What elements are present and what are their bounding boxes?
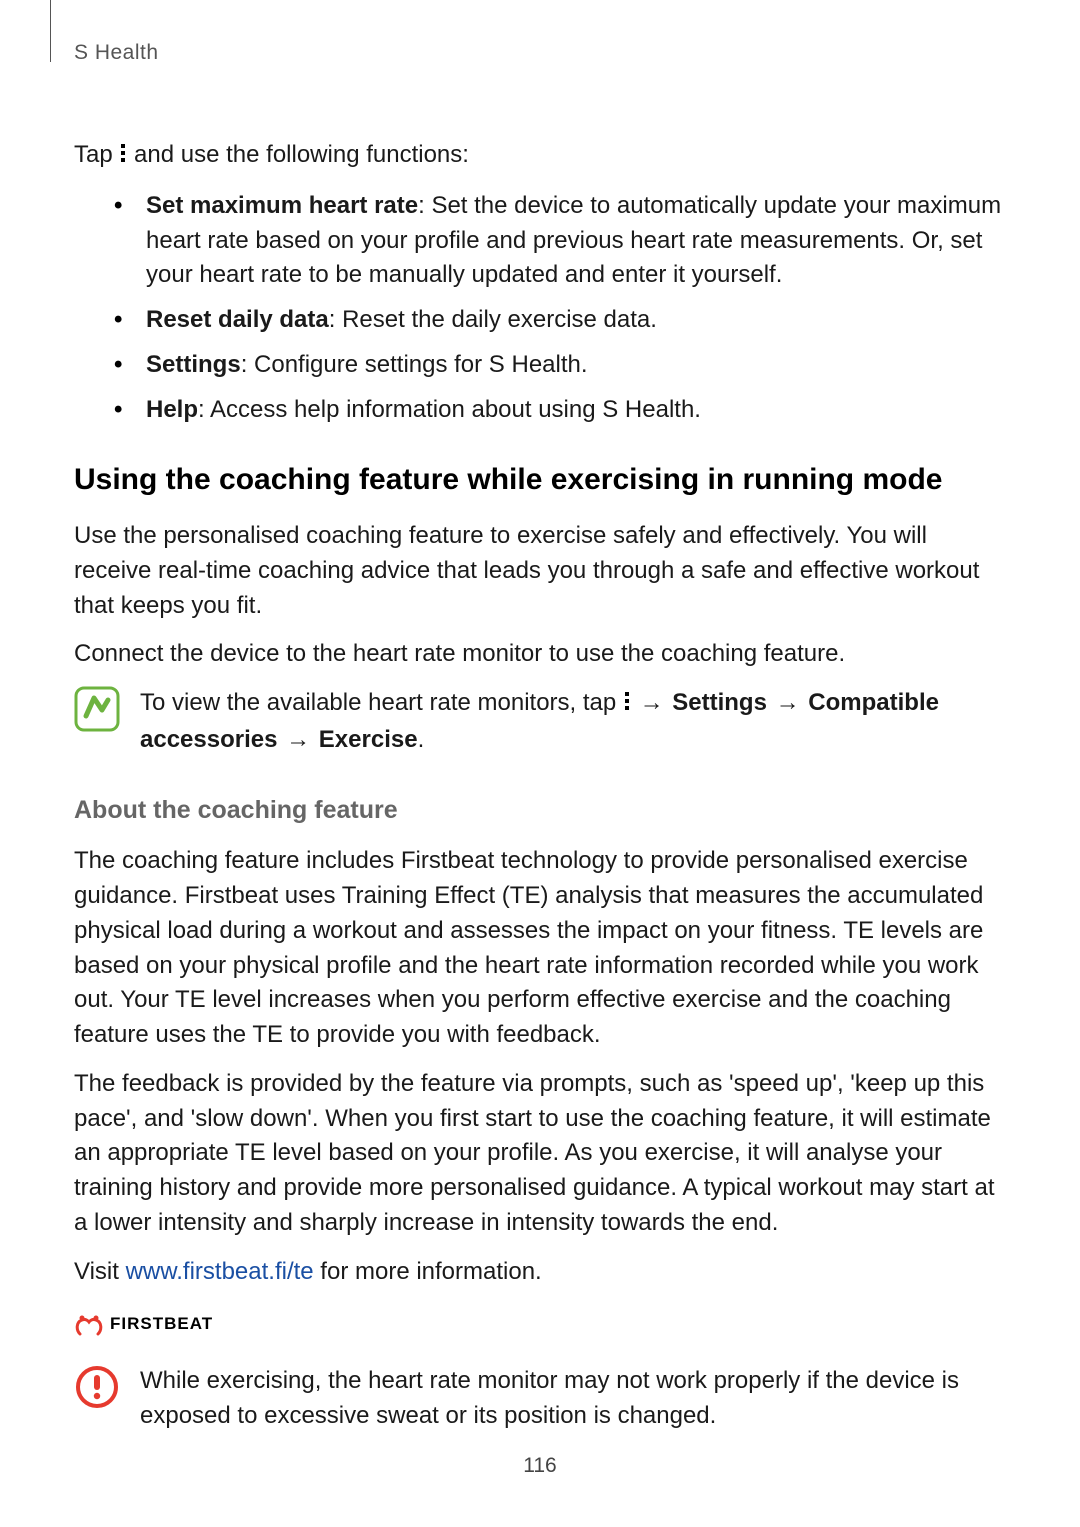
functions-list: Set maximum heart rate: Set the device t… <box>74 189 1006 428</box>
paragraph: The feedback is provided by the feature … <box>74 1067 1006 1241</box>
note-info: To view the available heart rate monitor… <box>74 686 1006 758</box>
arrow-icon: → <box>633 689 670 716</box>
list-desc: : Reset the daily exercise data. <box>329 306 657 333</box>
note-settings: Settings <box>672 689 767 716</box>
firstbeat-link[interactable]: www.firstbeat.fi/te <box>126 1258 314 1285</box>
arrow-icon: → <box>769 689 806 716</box>
note-period: . <box>418 726 425 753</box>
arrow-icon: → <box>279 726 316 753</box>
intro-paragraph: Tap and use the following functions: <box>74 138 1006 175</box>
paragraph: Use the personalised coaching feature to… <box>74 519 1006 623</box>
section-label: S Health <box>74 38 159 68</box>
note-icon <box>74 686 120 732</box>
list-item: Settings: Configure settings for S Healt… <box>114 348 1006 383</box>
intro-post: and use the following functions: <box>127 141 469 168</box>
page-number: 116 <box>0 1451 1080 1481</box>
header-rule <box>50 0 51 62</box>
heading-about: About the coaching feature <box>74 792 1006 828</box>
paragraph: The coaching feature includes Firstbeat … <box>74 844 1006 1053</box>
list-item: Set maximum heart rate: Set the device t… <box>114 189 1006 293</box>
list-item: Help: Access help information about usin… <box>114 393 1006 428</box>
heading-coaching: Using the coaching feature while exercis… <box>74 458 1006 502</box>
note-pre: To view the available heart rate monitor… <box>140 689 623 716</box>
note-exercise: Exercise <box>319 726 418 753</box>
intro-pre: Tap <box>74 141 119 168</box>
warning-icon <box>74 1364 120 1410</box>
note-text: To view the available heart rate monitor… <box>140 686 1006 758</box>
visit-post: for more information. <box>314 1258 542 1285</box>
visit-paragraph: Visit www.firstbeat.fi/te for more infor… <box>74 1255 1006 1290</box>
list-desc: : Access help information about using S … <box>198 396 701 423</box>
list-term: Settings <box>146 351 241 378</box>
page: S Health Tap and use the following funct… <box>0 0 1080 1527</box>
more-options-icon <box>623 688 631 723</box>
list-term: Reset daily data <box>146 306 329 333</box>
list-desc: : Configure settings for S Health. <box>241 351 588 378</box>
list-term: Help <box>146 396 198 423</box>
firstbeat-brand-text: FIRSTBEAT <box>110 1312 213 1337</box>
warning-note: While exercising, the heart rate monitor… <box>74 1364 1006 1434</box>
list-item: Reset daily data: Reset the daily exerci… <box>114 303 1006 338</box>
warning-text: While exercising, the heart rate monitor… <box>140 1364 1006 1434</box>
visit-pre: Visit <box>74 1258 126 1285</box>
firstbeat-mark-icon <box>74 1312 104 1336</box>
firstbeat-logo: FIRSTBEAT <box>74 1312 1006 1337</box>
list-term: Set maximum heart rate <box>146 192 418 219</box>
paragraph: Connect the device to the heart rate mon… <box>74 637 1006 672</box>
content: Tap and use the following functions: Set… <box>74 138 1006 1434</box>
